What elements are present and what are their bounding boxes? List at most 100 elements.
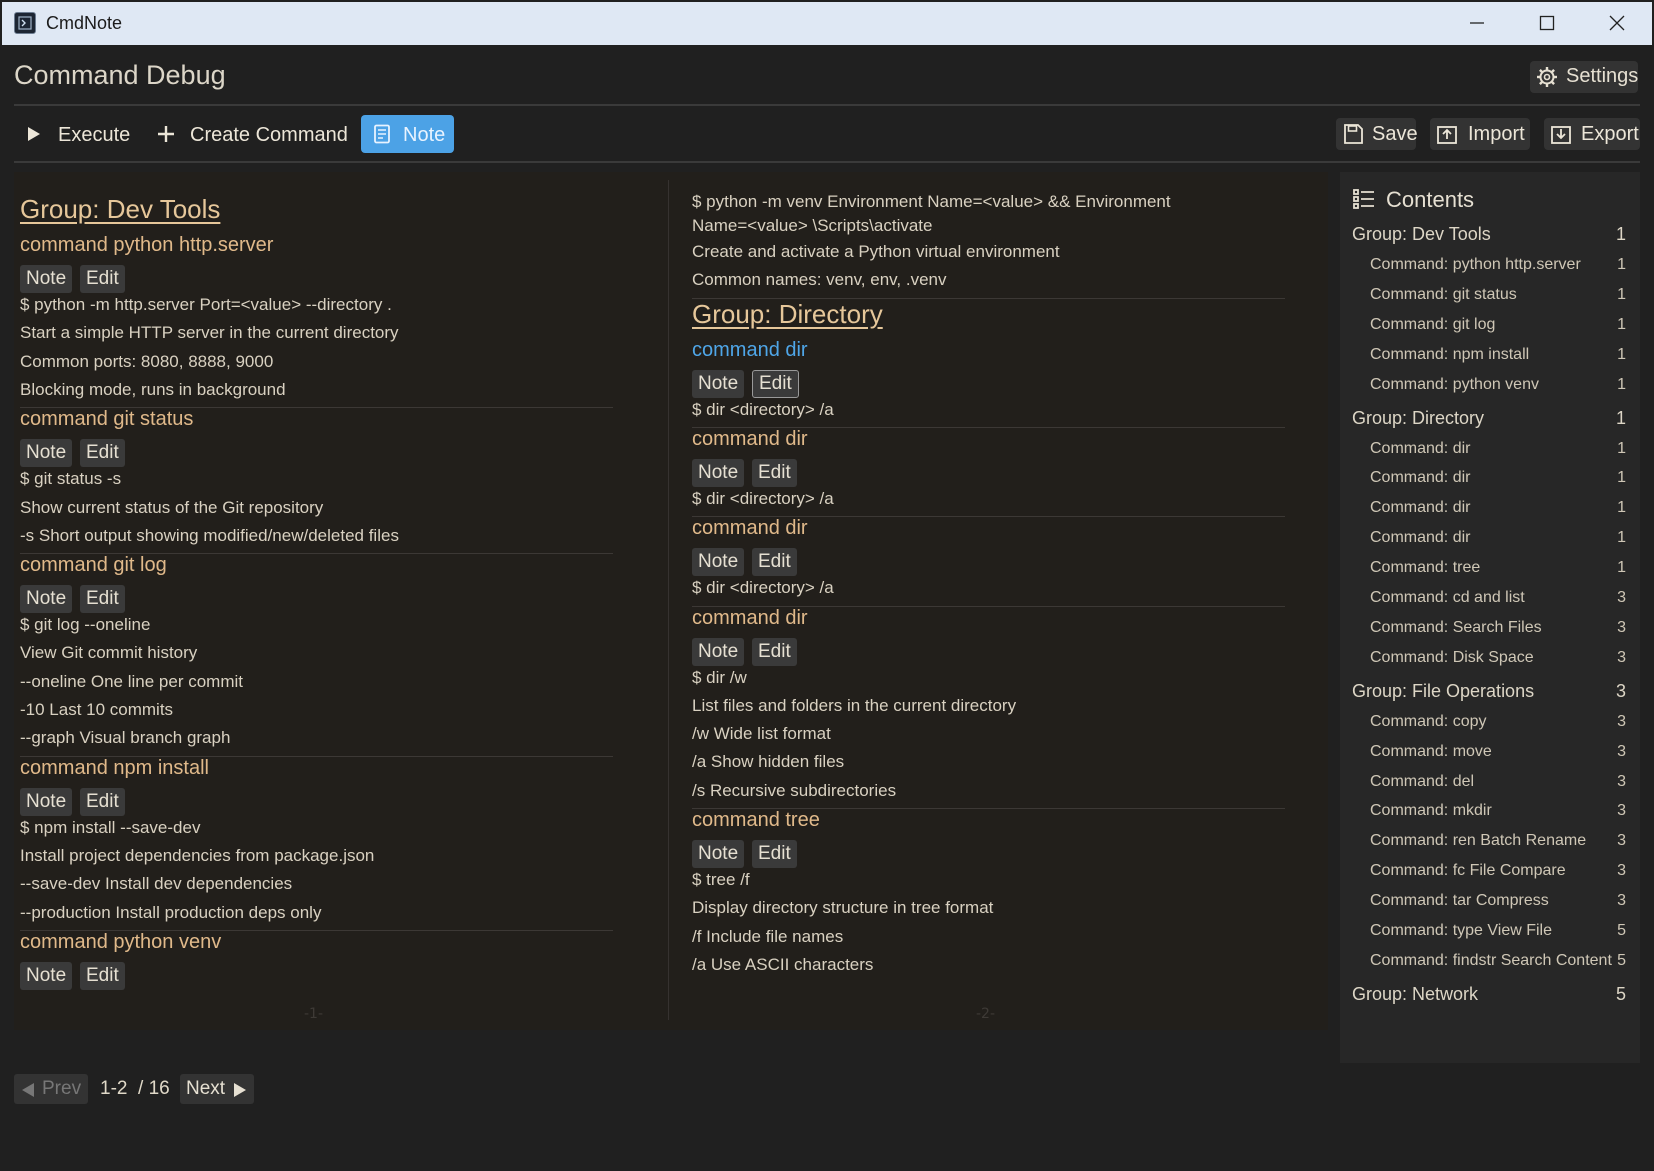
prev-page-button[interactable]: Prev bbox=[14, 1074, 88, 1104]
minimize-button[interactable] bbox=[1442, 2, 1512, 45]
toc-page-number: 5 bbox=[1615, 983, 1626, 1004]
toc-label: Command: copy bbox=[1370, 712, 1487, 730]
toc-group-item[interactable]: Group: Directory 1 bbox=[1352, 408, 1634, 432]
note-text: $ dir <directory> /a bbox=[692, 399, 834, 419]
note-button[interactable]: Note bbox=[692, 369, 745, 398]
command-title[interactable]: command dir bbox=[692, 607, 808, 630]
note-text: -s Short output showing modified/new/del… bbox=[20, 525, 399, 545]
command-title[interactable]: command git log bbox=[20, 554, 167, 577]
save-button[interactable]: Save bbox=[1336, 118, 1418, 150]
edit-button[interactable]: Edit bbox=[80, 961, 125, 990]
edit-button[interactable]: Edit bbox=[752, 637, 797, 666]
toc-command-item[interactable]: Command: python http.server 1 bbox=[1352, 256, 1634, 280]
toc-command-item[interactable]: Command: python venv 1 bbox=[1352, 376, 1634, 400]
toc-command-item[interactable]: Command: ren Batch Rename 3 bbox=[1352, 832, 1634, 856]
toc-command-item[interactable]: Command: findstr Search Content 5 bbox=[1352, 952, 1634, 976]
note-button[interactable]: Note bbox=[692, 548, 745, 577]
toc-page-number: 5 bbox=[1617, 951, 1626, 969]
toc-command-item[interactable]: Command: dir 1 bbox=[1352, 499, 1634, 523]
prev-label: Prev bbox=[42, 1078, 82, 1099]
note-text: /a Show hidden files bbox=[692, 752, 845, 772]
toc-command-item[interactable]: Command: git status 1 bbox=[1352, 286, 1634, 310]
command-title[interactable]: command python venv bbox=[20, 931, 221, 954]
command-title[interactable]: command dir bbox=[692, 339, 808, 362]
toc-command-item[interactable]: Command: npm install 1 bbox=[1352, 346, 1634, 370]
note-text: --production Install production deps onl… bbox=[20, 902, 322, 922]
close-button[interactable] bbox=[1582, 2, 1652, 45]
note-button[interactable]: Note bbox=[692, 840, 745, 868]
command-line: $ python -m venv Environment Name=<value… bbox=[692, 192, 1171, 235]
note-button[interactable]: Note bbox=[20, 961, 73, 990]
note-button[interactable]: Note bbox=[692, 637, 745, 666]
command-title[interactable]: command git status bbox=[20, 408, 193, 431]
export-button[interactable]: Export bbox=[1544, 118, 1640, 150]
next-page-button[interactable]: Next bbox=[180, 1074, 254, 1104]
play-icon bbox=[28, 127, 40, 141]
toc-group-item[interactable]: Group: Network 5 bbox=[1352, 984, 1634, 1008]
note-text: Show current status of the Git repositor… bbox=[20, 497, 324, 517]
toc-command-item[interactable]: Command: dir 1 bbox=[1352, 440, 1634, 464]
toc-label: Command: Search Files bbox=[1370, 618, 1542, 636]
note-text: $ git status -s bbox=[20, 469, 122, 489]
toc-command-item[interactable]: Command: type View File 5 bbox=[1352, 922, 1634, 946]
note-text: Common ports: 8080, 8888, 9000 bbox=[20, 351, 274, 371]
edit-button[interactable]: Edit bbox=[752, 840, 797, 868]
import-label: Import bbox=[1468, 123, 1525, 145]
toc-page-number: 3 bbox=[1617, 772, 1626, 790]
note-text: $ git log --oneline bbox=[20, 615, 151, 635]
toc-label: Command: Disk Space bbox=[1370, 648, 1534, 666]
toc-command-item[interactable]: Command: Search Files 3 bbox=[1352, 619, 1634, 643]
toc-command-item[interactable]: Command: fc File Compare 3 bbox=[1352, 862, 1634, 886]
toc-page-number: 1 bbox=[1615, 224, 1626, 244]
toc-command-item[interactable]: Command: mkdir 3 bbox=[1352, 802, 1634, 826]
export-icon bbox=[1551, 126, 1571, 144]
command-title[interactable]: command dir bbox=[692, 517, 808, 540]
note-button[interactable]: Note bbox=[692, 458, 745, 487]
edit-button[interactable]: Edit bbox=[80, 585, 125, 614]
triangle-left-icon bbox=[22, 1083, 34, 1097]
edit-button[interactable]: Edit bbox=[80, 787, 125, 816]
command-title[interactable]: command dir bbox=[692, 428, 808, 451]
maximize-button[interactable] bbox=[1512, 2, 1582, 45]
toc-command-item[interactable]: Command: tree 1 bbox=[1352, 559, 1634, 583]
toc-command-item[interactable]: Command: cd and list 3 bbox=[1352, 589, 1634, 613]
import-button[interactable]: Import bbox=[1430, 118, 1530, 150]
edit-button[interactable]: Edit bbox=[752, 548, 797, 577]
edit-button[interactable]: Edit bbox=[752, 458, 797, 487]
toc-command-item[interactable]: Command: git log 1 bbox=[1352, 316, 1634, 340]
toc-page-number: 1 bbox=[1617, 345, 1626, 363]
command-title[interactable]: command tree bbox=[692, 809, 820, 832]
create-command-button[interactable]: Create Command bbox=[150, 115, 348, 153]
toc-label: Command: cd and list bbox=[1370, 589, 1525, 606]
toc-group-item[interactable]: Group: File Operations 3 bbox=[1352, 681, 1634, 705]
toc-command-item[interactable]: Command: copy 3 bbox=[1352, 713, 1634, 737]
edit-button[interactable]: Edit bbox=[752, 369, 799, 398]
toc-page-number: 1 bbox=[1617, 285, 1626, 303]
edit-button[interactable]: Edit bbox=[80, 439, 125, 468]
toc-command-item[interactable]: Command: del 3 bbox=[1352, 773, 1634, 797]
settings-button[interactable]: Settings bbox=[1530, 61, 1638, 93]
command-title[interactable]: command python http.server bbox=[20, 234, 273, 257]
toc-command-item[interactable]: Command: dir 1 bbox=[1352, 469, 1634, 493]
toc-command-item[interactable]: Command: Disk Space 3 bbox=[1352, 649, 1634, 673]
toc-command-item[interactable]: Command: move 3 bbox=[1352, 743, 1634, 767]
edit-button[interactable]: Edit bbox=[80, 265, 125, 293]
close-icon bbox=[1609, 15, 1625, 31]
note-button[interactable]: Note bbox=[361, 115, 454, 153]
note-button[interactable]: Note bbox=[20, 585, 73, 614]
note-button[interactable]: Note bbox=[20, 787, 73, 816]
execute-button[interactable]: Execute bbox=[14, 115, 134, 153]
command-title[interactable]: command npm install bbox=[20, 757, 209, 780]
toc-label: Command: ren Batch Rename bbox=[1370, 832, 1587, 850]
note-text: /a Use ASCII characters bbox=[692, 954, 874, 974]
toc-command-item[interactable]: Command: tar Compress 3 bbox=[1352, 892, 1634, 916]
contents-title: Contents bbox=[1386, 187, 1475, 212]
gear-icon bbox=[1537, 67, 1557, 87]
toc-label: Command: dir bbox=[1370, 469, 1471, 487]
toc-page-number: 3 bbox=[1617, 802, 1626, 820]
toc-group-item[interactable]: Group: Dev Tools 1 bbox=[1352, 224, 1634, 248]
toc-command-item[interactable]: Command: dir 1 bbox=[1352, 529, 1634, 553]
note-button[interactable]: Note bbox=[20, 265, 73, 293]
note-button[interactable]: Note bbox=[20, 439, 73, 468]
floppy-icon bbox=[1344, 124, 1363, 144]
